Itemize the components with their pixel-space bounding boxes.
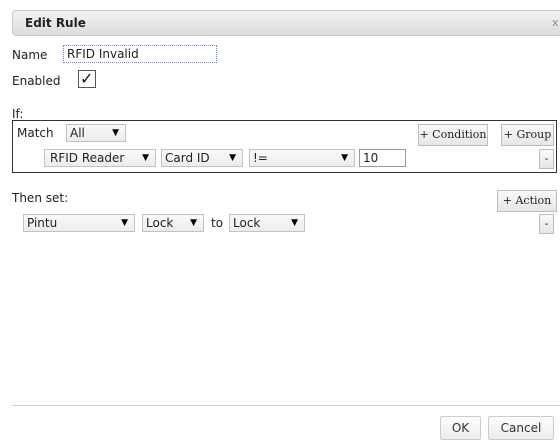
footer-divider bbox=[12, 405, 560, 406]
add-group-label: + Group bbox=[503, 128, 552, 141]
chevron-down-icon: ▼ bbox=[229, 153, 236, 163]
condition-value-text: 10 bbox=[363, 151, 379, 165]
remove-condition-label: - bbox=[544, 152, 549, 165]
action-to-label: to bbox=[211, 216, 224, 230]
remove-condition-button[interactable]: - bbox=[539, 149, 554, 169]
action-device-select[interactable]: Pintu ▼ bbox=[23, 214, 135, 232]
enabled-label: Enabled bbox=[12, 74, 61, 88]
name-input[interactable]: RFID Invalid bbox=[63, 45, 217, 63]
action-value: Lock bbox=[233, 216, 261, 230]
name-label: Name bbox=[12, 48, 48, 62]
chevron-down-icon: ▼ bbox=[291, 218, 298, 228]
cancel-label: Cancel bbox=[500, 421, 542, 435]
add-group-button[interactable]: + Group bbox=[501, 124, 554, 146]
add-condition-label: + Condition bbox=[419, 128, 487, 141]
then-label: Then set: bbox=[12, 191, 69, 205]
name-input-value: RFID Invalid bbox=[67, 47, 139, 61]
cancel-button[interactable]: Cancel bbox=[488, 416, 554, 440]
action-device-value: Pintu bbox=[27, 216, 58, 230]
add-action-label: + Action bbox=[502, 194, 552, 207]
chevron-down-icon: ▼ bbox=[121, 218, 128, 228]
condition-property-select[interactable]: Card ID ▼ bbox=[161, 149, 243, 167]
if-label: If: bbox=[12, 107, 24, 121]
chevron-down-icon: ▼ bbox=[190, 218, 197, 228]
close-icon[interactable]: x bbox=[552, 16, 559, 29]
condition-value-input[interactable]: 10 bbox=[359, 149, 406, 167]
condition-operator-select[interactable]: != ▼ bbox=[249, 149, 355, 167]
chevron-down-icon: ▼ bbox=[341, 153, 348, 163]
action-property-value: Lock bbox=[146, 216, 174, 230]
match-label: Match bbox=[17, 126, 54, 140]
ok-button[interactable]: OK bbox=[440, 416, 481, 440]
match-select[interactable]: All ▼ bbox=[66, 124, 126, 142]
add-condition-button[interactable]: + Condition bbox=[418, 124, 488, 146]
remove-action-label: - bbox=[544, 217, 549, 230]
match-select-value: All bbox=[70, 126, 85, 140]
chevron-down-icon: ▼ bbox=[112, 128, 119, 138]
dialog-titlebar: Edit Rule x bbox=[12, 10, 560, 36]
condition-operator-value: != bbox=[253, 151, 268, 165]
add-action-button[interactable]: + Action bbox=[497, 190, 557, 212]
ok-label: OK bbox=[451, 421, 470, 435]
edit-rule-dialog: Edit Rule x Name RFID Invalid Enabled ✓ … bbox=[0, 0, 560, 448]
condition-device-value: RFID Reader bbox=[50, 151, 125, 165]
chevron-down-icon: ▼ bbox=[142, 153, 149, 163]
action-value-select[interactable]: Lock ▼ bbox=[229, 214, 305, 232]
dialog-title: Edit Rule bbox=[25, 16, 86, 30]
remove-action-button[interactable]: - bbox=[539, 214, 554, 234]
enabled-checkbox[interactable]: ✓ bbox=[78, 69, 96, 88]
condition-device-select[interactable]: RFID Reader ▼ bbox=[44, 149, 156, 167]
action-property-select[interactable]: Lock ▼ bbox=[142, 214, 204, 232]
condition-property-value: Card ID bbox=[165, 151, 210, 165]
check-icon: ✓ bbox=[80, 69, 94, 88]
